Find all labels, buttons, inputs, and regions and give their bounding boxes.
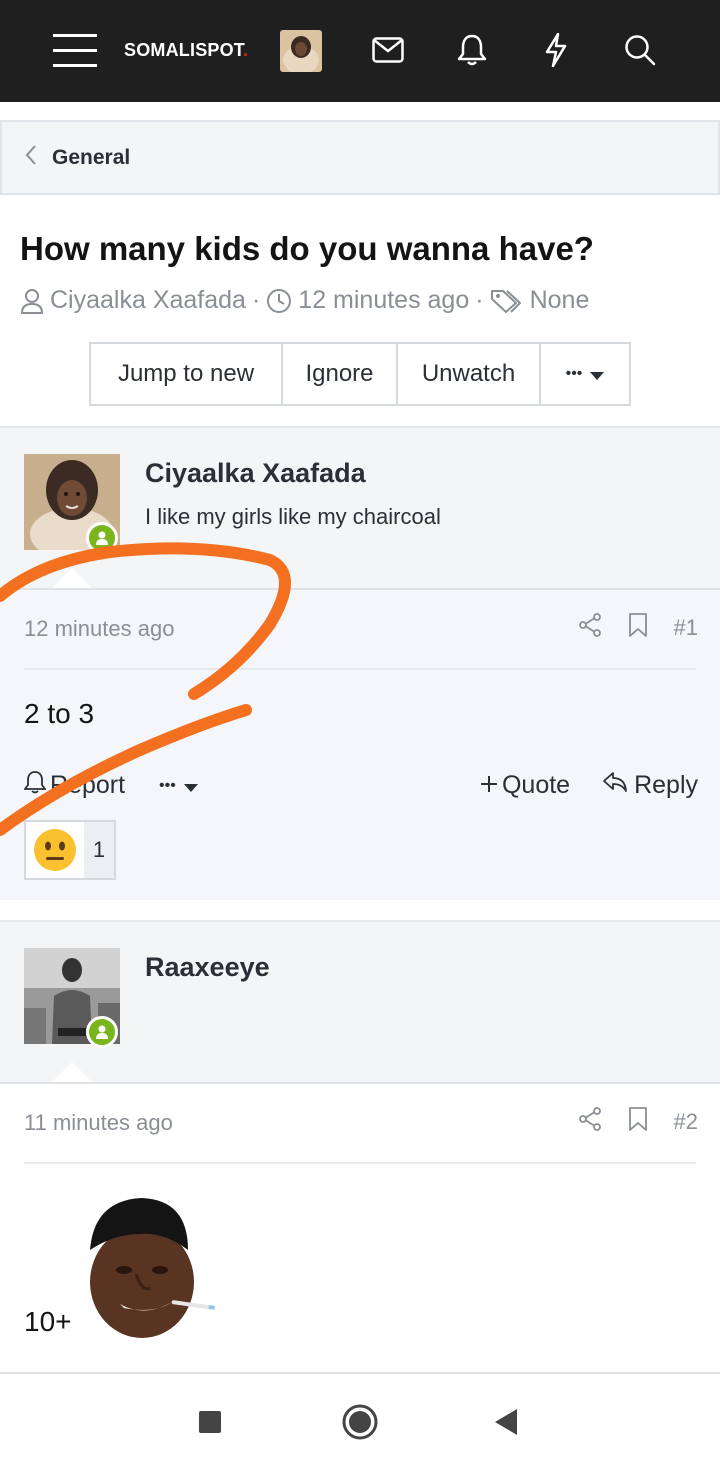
bookmark-icon[interactable] [628,1106,648,1138]
post-content: 2 to 3 [24,698,95,729]
user-title: I like my girls like my chaircoal [145,504,441,529]
online-status-icon [86,1016,118,1048]
reply-arrow-icon [602,771,628,800]
post-username[interactable]: Raaxeeye [145,952,270,983]
search-icon[interactable] [618,28,662,72]
breadcrumb[interactable]: General [0,120,720,195]
plus-icon [480,771,498,800]
thread-meta: Ciyaalka Xaafada · 12 minutes ago · None [20,286,589,315]
post-content: 10+ [24,1306,72,1337]
share-icon[interactable] [578,1107,602,1137]
neutral-face-icon [26,822,84,878]
menu-icon[interactable] [53,28,97,72]
home-icon[interactable] [340,1402,380,1442]
unwatch-button[interactable]: Unwatch [398,344,541,404]
smiling-man-sticker [84,1192,224,1345]
chevron-left-icon [24,144,38,171]
quote-button[interactable]: Quote [480,771,570,800]
tags-icon [490,288,524,314]
post-user-header: Raaxeeye [0,920,720,1084]
post-number[interactable]: #1 [674,615,698,641]
ignore-button[interactable]: Ignore [283,344,398,404]
thread-title: How many kids do you wanna have? [20,230,594,267]
post-number[interactable]: #2 [674,1109,698,1135]
post-username[interactable]: Ciyaalka Xaafada [145,458,366,489]
post-user-header: Ciyaalka Xaafada I like my girls like my… [0,426,720,590]
system-navbar [0,1372,720,1467]
bell-icon [23,770,47,801]
account-avatar[interactable] [280,30,322,72]
back-icon[interactable] [486,1402,526,1442]
post-tools: #2 [578,1106,698,1138]
top-navbar: SOMALISPOT. [0,0,720,102]
post-pointer [50,568,94,590]
reaction-count: 1 [84,822,114,878]
user-icon [20,288,44,314]
caret-down-icon [183,771,198,800]
site-logo[interactable]: SOMALISPOT. [124,40,248,61]
reaction-summary[interactable]: 1 [24,820,116,880]
more-actions-button[interactable]: ••• [541,344,629,404]
online-status-icon [86,522,118,554]
report-link[interactable]: Report [23,770,125,801]
post-time[interactable]: 11 minutes ago [24,1110,173,1136]
post-body: 12 minutes ago #1 2 to 3 Report ••• Quot… [0,588,720,900]
bookmark-icon[interactable] [628,612,648,644]
divider [24,668,696,670]
recents-icon[interactable] [190,1402,230,1442]
thread-actions: Jump to new Ignore Unwatch ••• [89,342,631,406]
post-time[interactable]: 12 minutes ago [24,616,174,642]
share-icon[interactable] [578,613,602,643]
jump-to-new-button[interactable]: Jump to new [91,344,283,404]
post-body: 11 minutes ago #2 10+ [0,1082,720,1372]
post-more-button[interactable]: ••• [159,771,198,800]
post-pointer [50,1062,94,1084]
bell-icon[interactable] [450,28,494,72]
post-tools: #1 [578,612,698,644]
envelope-icon[interactable] [366,28,410,72]
reply-button[interactable]: Reply [602,771,698,800]
thread-author[interactable]: Ciyaalka Xaafada [50,286,246,315]
thread-tags: None [529,286,590,314]
thread-time[interactable]: 12 minutes ago [298,286,469,315]
post-footer: Report ••• Quote Reply [23,770,698,801]
lightning-icon[interactable] [534,28,578,72]
clock-icon [266,288,292,314]
breadcrumb-label[interactable]: General [52,146,130,170]
caret-down-icon [590,360,605,388]
divider [24,1162,696,1164]
